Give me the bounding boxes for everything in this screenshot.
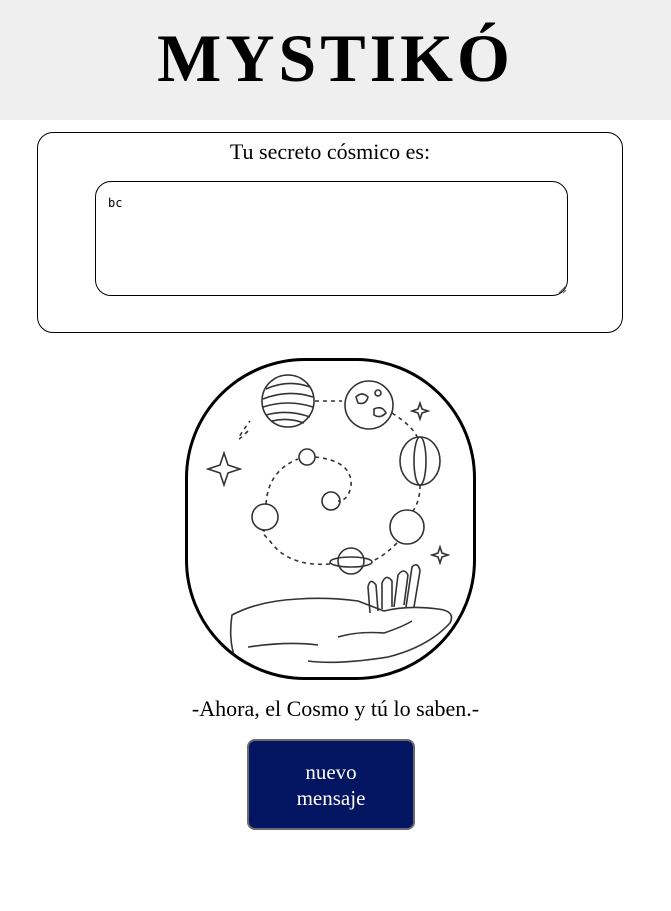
secret-panel: Tu secreto cósmico es: bc xyxy=(37,132,623,333)
secret-textarea[interactable]: bc xyxy=(95,181,568,296)
new-message-button[interactable]: nuevo mensaje xyxy=(247,739,415,830)
secret-label: Tu secreto cósmico es: xyxy=(229,139,431,164)
tagline-text: -Ahora, el Cosmo y tú lo saben.- xyxy=(191,696,480,721)
app-title: MYSTIKÓ xyxy=(157,20,514,96)
header-bar: MYSTIKÓ xyxy=(0,0,671,120)
cosmic-illustration-frame xyxy=(185,358,476,680)
cosmic-hand-planets-icon xyxy=(205,374,453,664)
resize-grip-icon[interactable] xyxy=(558,285,567,294)
